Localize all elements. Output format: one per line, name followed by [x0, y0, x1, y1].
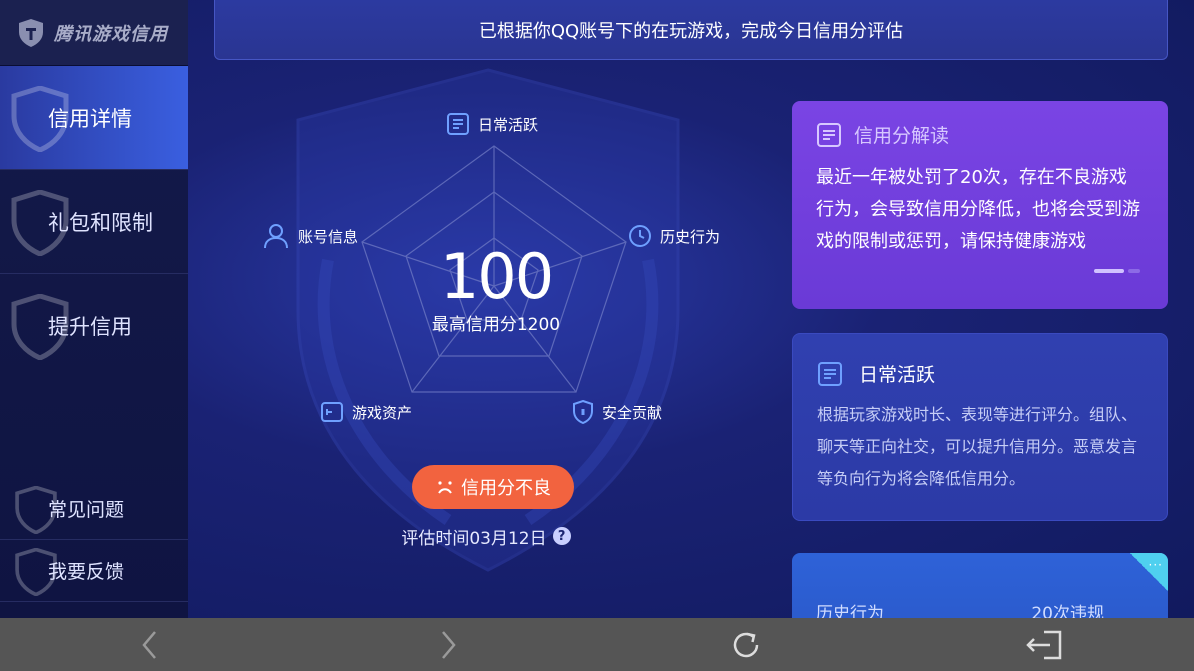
evaluation-banner: 已根据你QQ账号下的在玩游戏，完成今日信用分评估 [214, 0, 1168, 60]
history-value: 20次违规 [1031, 604, 1104, 618]
app-title: 腾讯游戏信用 [54, 23, 168, 45]
sidebar-item-label: 信用详情 [48, 106, 132, 131]
document-icon [817, 122, 841, 147]
evaluation-time: 评估时间03月12日 ? [376, 524, 596, 549]
sidebar-bottom: 常见问题 我要反馈 [0, 478, 188, 602]
exit-button[interactable] [1024, 626, 1064, 664]
sidebar-item-feedback[interactable]: 我要反馈 [0, 540, 188, 602]
sidebar-item-label: 我要反馈 [48, 561, 125, 583]
chevron-left-icon [142, 631, 156, 659]
sidebar-item-label: 提升信用 [48, 315, 132, 339]
daily-active-card: 日常活跃 根据玩家游戏时长、表现等进行评分。组队、聊天等正向社交，可以提升信用分… [792, 333, 1168, 521]
history-row: 历史行为 20次违规 [816, 599, 1144, 618]
carousel-dot-active [1094, 269, 1124, 273]
refresh-icon [733, 632, 759, 658]
sidebar-item-improve-credit[interactable]: 提升信用 [0, 274, 188, 378]
sidebar-item-gifts-restrictions[interactable]: 礼包和限制 [0, 170, 188, 274]
sidebar-item-label: 礼包和限制 [48, 210, 153, 235]
card-body: 根据玩家游戏时长、表现等进行评分。组队、聊天等正向社交，可以提升信用分。恶意发言… [817, 405, 1138, 488]
credit-status-button[interactable]: 信用分不良 [412, 465, 574, 509]
card-title: 信用分解读 [854, 125, 950, 147]
card-body: 最近一年被处罚了20次，存在不良游戏行为，会导致信用分降低，也将会受到游戏的限制… [816, 167, 1140, 252]
shield-check-icon [573, 400, 593, 424]
sidebar-item-faq[interactable]: 常见问题 [0, 478, 188, 540]
evaluation-time-text: 评估时间03月12日 [401, 528, 547, 549]
radar-label-daily-active: 日常活跃 [446, 112, 538, 136]
credit-interpretation-card: 信用分解读 最近一年被处罚了20次，存在不良游戏行为，会导致信用分降低，也将会受… [792, 101, 1168, 309]
status-label: 信用分不良 [461, 478, 551, 499]
forward-button[interactable] [428, 626, 468, 664]
radar-label-text: 安全贡献 [602, 403, 663, 422]
sidebar: 腾讯游戏信用 信用详情 礼包和限制 提升信用 常见问题 我要反馈 [0, 0, 188, 618]
more-icon[interactable]: ··· [1149, 558, 1163, 572]
radar-label-text: 日常活跃 [478, 115, 539, 134]
max-score-text: 最高信用分1200 [431, 315, 561, 335]
radar-label-assets: 游戏资产 [320, 400, 412, 424]
shield-logo-icon [16, 18, 46, 48]
credit-score: 100 [439, 240, 554, 313]
card-header: 信用分解读 [816, 121, 1144, 148]
refresh-button[interactable] [726, 626, 766, 664]
carousel-indicator [1094, 269, 1140, 273]
carousel-dot [1128, 269, 1140, 273]
sidebar-item-label: 常见问题 [48, 499, 125, 521]
exit-icon [1026, 630, 1062, 660]
chevron-right-icon [442, 631, 456, 659]
sad-face-icon [438, 481, 452, 494]
wallet-icon [321, 402, 343, 422]
main-content: 已根据你QQ账号下的在玩游戏，完成今日信用分评估 日常活跃 历史行为 安全贡献 … [188, 0, 1194, 618]
sidebar-item-credit-details[interactable]: 信用详情 [0, 66, 188, 170]
back-button[interactable] [130, 626, 170, 664]
document-icon [818, 361, 842, 386]
app-logo: 腾讯游戏信用 [0, 0, 188, 66]
history-label: 历史行为 [816, 604, 884, 618]
banner-text: 已根据你QQ账号下的在玩游戏，完成今日信用分评估 [478, 20, 904, 42]
card-header: 日常活跃 [817, 360, 1143, 387]
card-title: 日常活跃 [859, 364, 936, 386]
document-icon [447, 113, 469, 135]
help-icon[interactable]: ? [552, 527, 571, 545]
radar-label-text: 游戏资产 [352, 403, 413, 422]
history-behavior-card[interactable]: ··· 历史行为 20次违规 [792, 553, 1168, 618]
system-nav-bar [0, 618, 1194, 671]
radar-label-security: 安全贡献 [572, 400, 662, 424]
